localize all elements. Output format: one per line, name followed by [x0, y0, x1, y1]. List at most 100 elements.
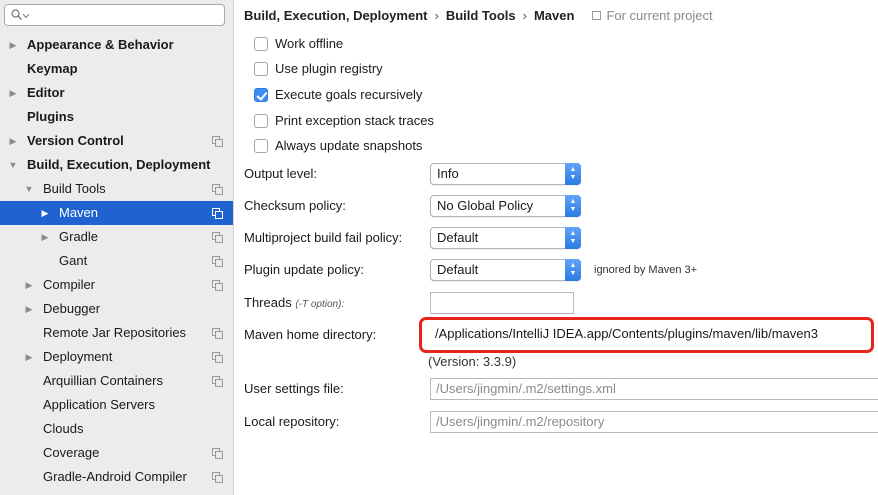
sidebar-item-debugger[interactable]: ▶ Debugger: [0, 297, 233, 321]
sidebar-item-label: Plugins: [27, 109, 74, 124]
sidebar-item-maven[interactable]: ▶ Maven: [0, 201, 233, 225]
multiproject-fail-policy-select[interactable]: Default ▲ ▼: [430, 227, 581, 249]
expand-right-icon[interactable]: ▶: [24, 297, 34, 321]
sidebar-item-label: Gradle: [59, 229, 99, 244]
sidebar-item-compiler[interactable]: ▶ Compiler: [0, 273, 233, 297]
sidebar-item-application-servers[interactable]: Application Servers: [0, 393, 233, 417]
sidebar-item-version-control[interactable]: ▶ Version Control: [0, 129, 233, 153]
expand-right-icon[interactable]: ▶: [40, 225, 50, 249]
project-settings-icon: [212, 184, 223, 195]
search-input[interactable]: [4, 4, 225, 26]
sidebar-item-label: Appearance & Behavior: [27, 37, 174, 52]
sidebar-item-label: Keymap: [27, 61, 78, 76]
threads-label-text: Threads: [244, 295, 292, 310]
work-offline-checkbox[interactable]: [254, 37, 268, 51]
print-exception-stack-traces-checkbox[interactable]: [254, 114, 268, 128]
sidebar-item-gant[interactable]: Gant: [0, 249, 233, 273]
sidebar-item-appearance-behavior[interactable]: ▶ Appearance & Behavior: [0, 33, 233, 57]
settings-sidebar: ▶ Appearance & Behavior Keymap ▶ Editor Plugi…: [0, 0, 234, 495]
expand-down-icon[interactable]: ▼: [8, 153, 18, 177]
project-settings-icon: [212, 136, 223, 147]
sidebar-item-editor[interactable]: ▶ Editor: [0, 81, 233, 105]
sidebar-item-label: Version Control: [27, 133, 124, 148]
maven-home-label: Maven home directory:: [244, 327, 377, 342]
use-plugin-registry-label: Use plugin registry: [275, 61, 383, 76]
plugin-update-policy-label: Plugin update policy:: [244, 262, 364, 277]
sidebar-item-label: Debugger: [43, 301, 101, 316]
sidebar-item-label: Arquillian Containers: [43, 373, 163, 388]
threads-hint: (-T option):: [295, 299, 345, 310]
sidebar-item-label: Deployment: [43, 349, 113, 364]
project-settings-icon: [212, 280, 223, 291]
multiproject-fail-policy-label: Multiproject build fail policy:: [244, 230, 403, 245]
sidebar-item-remote-jar-repositories[interactable]: Remote Jar Repositories: [0, 321, 233, 345]
checksum-policy-label: Checksum policy:: [244, 198, 346, 213]
output-level-value: Info: [437, 166, 459, 181]
search-icon: [11, 9, 22, 20]
always-update-snapshots-label: Always update snapshots: [275, 138, 423, 153]
plugin-update-policy-note: ignored by Maven 3+: [594, 264, 698, 276]
updown-arrows-icon[interactable]: ▲ ▼: [565, 227, 581, 249]
sidebar-item-keymap[interactable]: Keymap: [0, 57, 233, 81]
project-scope-note: For current project: [592, 8, 713, 23]
chevron-down-icon: [23, 14, 29, 18]
expand-down-icon[interactable]: ▼: [24, 177, 34, 201]
expand-right-icon[interactable]: ▶: [8, 33, 18, 57]
sidebar-item-deployment[interactable]: ▶ Deployment: [0, 345, 233, 369]
expand-right-icon[interactable]: ▶: [24, 273, 34, 297]
local-repository-label: Local repository:: [244, 414, 340, 429]
sidebar-item-gradle[interactable]: ▶ Gradle: [0, 225, 233, 249]
execute-goals-recursively-checkbox[interactable]: [254, 88, 268, 102]
expand-right-icon[interactable]: ▶: [8, 81, 18, 105]
expand-right-icon[interactable]: ▶: [24, 345, 34, 369]
breadcrumb-item: Build Tools: [445, 8, 516, 23]
always-update-snapshots-checkbox[interactable]: [254, 139, 268, 153]
sidebar-item-coverage[interactable]: Coverage: [0, 441, 233, 465]
plugin-update-policy-value: Default: [437, 262, 479, 277]
updown-arrows-icon[interactable]: ▲ ▼: [565, 163, 581, 185]
updown-arrows-icon[interactable]: ▲ ▼: [565, 195, 581, 217]
project-settings-icon: [212, 256, 223, 267]
maven-settings-panel: Build, Execution, Deployment › Build Tools…: [234, 0, 878, 495]
checksum-policy-select[interactable]: No Global Policy ▲ ▼: [430, 195, 581, 217]
breadcrumb-separator: ›: [434, 8, 439, 23]
expand-right-icon[interactable]: ▶: [8, 129, 18, 153]
sidebar-item-build-tools[interactable]: ▼ Build Tools: [0, 177, 233, 201]
sidebar-item-gradle-android-compiler[interactable]: Gradle-Android Compiler: [0, 465, 233, 489]
project-settings-icon: [212, 376, 223, 387]
output-level-select[interactable]: Info ▲ ▼: [430, 163, 581, 185]
sidebar-item-label: Gant: [59, 253, 88, 268]
threads-input[interactable]: [430, 292, 574, 314]
sidebar-item-label: Editor: [27, 85, 65, 100]
sidebar-item-build-execution-deployment[interactable]: ▼ Build, Execution, Deployment: [0, 153, 233, 177]
settings-tree: ▶ Appearance & Behavior Keymap ▶ Editor Plugi…: [0, 33, 233, 489]
breadcrumb-item: Build, Execution, Deployment: [244, 8, 428, 23]
breadcrumb-separator: ›: [522, 8, 527, 23]
use-plugin-registry-checkbox[interactable]: [254, 62, 268, 76]
print-exception-stack-traces-label: Print exception stack traces: [275, 113, 434, 128]
multiproject-fail-policy-value: Default: [437, 230, 479, 245]
sidebar-item-label: Compiler: [43, 277, 96, 292]
expand-right-icon[interactable]: ▶: [40, 201, 50, 225]
project-settings-icon: [212, 208, 223, 219]
project-settings-icon: [212, 352, 223, 363]
project-scope-label: For current project: [606, 8, 713, 23]
updown-arrows-icon[interactable]: ▲ ▼: [565, 259, 581, 281]
work-offline-label: Work offline: [275, 36, 344, 51]
plugin-update-policy-select[interactable]: Default ▲ ▼: [430, 259, 581, 281]
sidebar-item-label: Gradle-Android Compiler: [43, 469, 187, 484]
user-settings-input[interactable]: /Users/jingmin/.m2/settings.xml: [430, 378, 878, 400]
execute-goals-recursively-label: Execute goals recursively: [275, 87, 423, 102]
breadcrumb: Build, Execution, Deployment › Build Tools…: [244, 7, 713, 25]
project-settings-icon: [212, 448, 223, 459]
sidebar-item-label: Clouds: [43, 421, 84, 436]
project-icon: [592, 11, 602, 20]
checksum-policy-value: No Global Policy: [437, 198, 534, 213]
breadcrumb-item: Maven: [533, 8, 575, 23]
local-repository-input[interactable]: /Users/jingmin/.m2/repository: [430, 411, 878, 433]
sidebar-item-label: Build, Execution, Deployment: [27, 157, 211, 172]
sidebar-item-clouds[interactable]: Clouds: [0, 417, 233, 441]
sidebar-item-plugins[interactable]: Plugins: [0, 105, 233, 129]
threads-label: Threads (-T option):: [244, 293, 344, 315]
sidebar-item-arquillian-containers[interactable]: Arquillian Containers: [0, 369, 233, 393]
